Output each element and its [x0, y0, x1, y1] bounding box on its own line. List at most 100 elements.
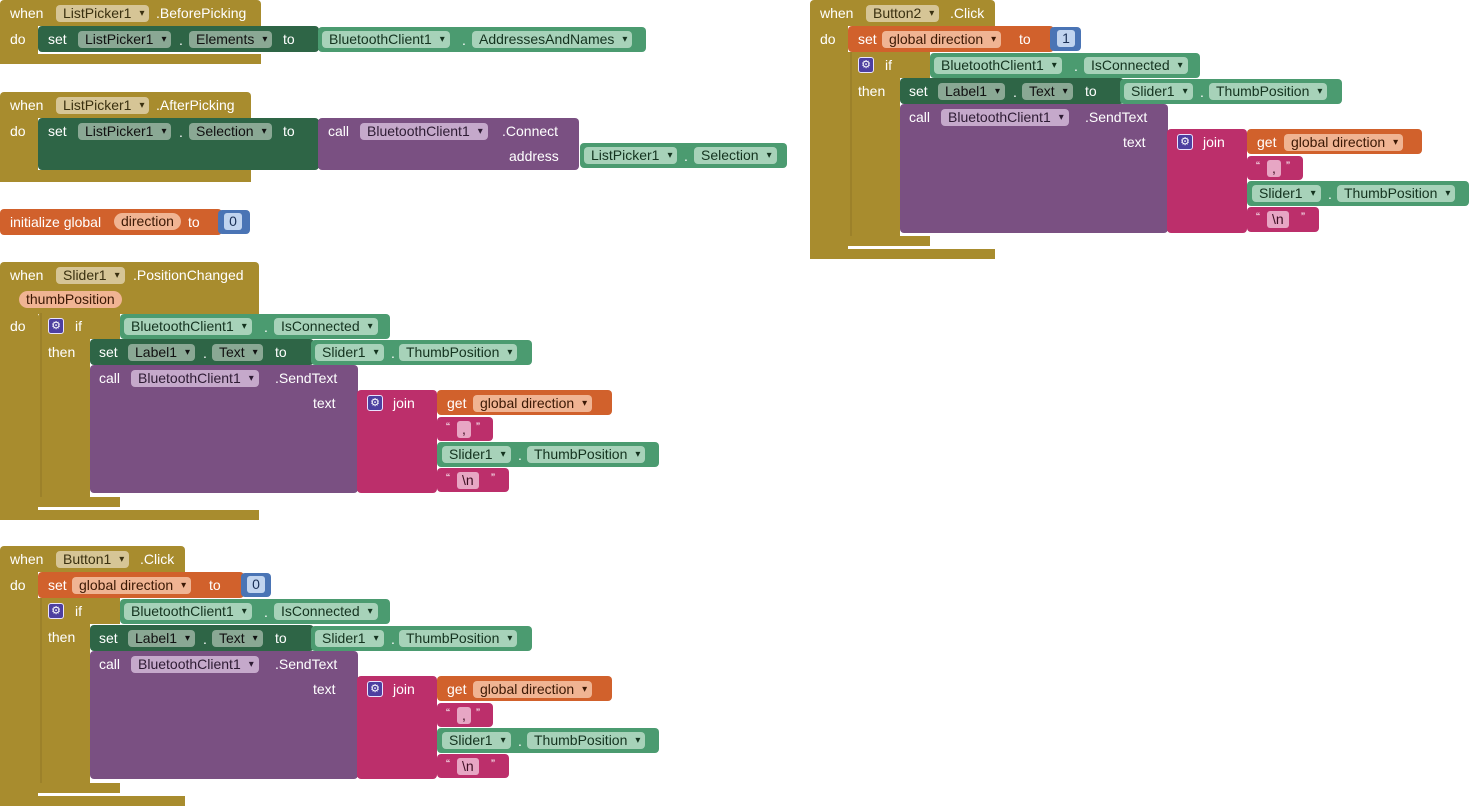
listpicker1-dropdown[interactable]: ListPicker1	[56, 97, 150, 114]
when-keyword: when	[10, 551, 44, 567]
slider1-dropdown[interactable]: Slider1	[1252, 185, 1321, 202]
to-keyword: to	[1019, 31, 1031, 47]
isconnected-dropdown[interactable]: IsConnected	[274, 603, 378, 620]
when-keyword: when	[10, 267, 44, 283]
string-field[interactable]: \n	[457, 472, 479, 489]
do-keyword: do	[820, 31, 836, 47]
mutator-gear-icon[interactable]: ⚙	[1177, 134, 1193, 150]
mutator-gear-icon[interactable]: ⚙	[858, 57, 874, 73]
when-keyword: when	[10, 5, 44, 21]
bluetoothclient1-dropdown[interactable]: BluetoothClient1	[124, 318, 252, 335]
mutator-gear-icon[interactable]: ⚙	[367, 395, 383, 411]
button2-dropdown[interactable]: Button2	[866, 5, 940, 22]
thumbposition-dropdown[interactable]: ThumbPosition	[1209, 83, 1328, 100]
slider1-dropdown[interactable]: Slider1	[442, 446, 511, 463]
bluetoothclient1-dropdown[interactable]: BluetoothClient1	[360, 123, 488, 140]
dot-separator: .	[1074, 58, 1078, 74]
string-field[interactable]: \n	[457, 758, 479, 775]
mutator-gear-icon[interactable]: ⚙	[48, 318, 64, 334]
slider1-dropdown[interactable]: Slider1	[442, 732, 511, 749]
address-socket-label: address	[509, 148, 559, 164]
open-quote: “	[1256, 159, 1260, 173]
thumbposition-dropdown[interactable]: ThumbPosition	[527, 732, 646, 749]
slider1-dropdown[interactable]: Slider1	[1124, 83, 1193, 100]
then-keyword: then	[48, 629, 76, 645]
bluetoothclient1-dropdown[interactable]: BluetoothClient1	[322, 31, 450, 48]
thumbposition-dropdown[interactable]: ThumbPosition	[399, 344, 518, 361]
string-field[interactable]: ,	[457, 707, 471, 724]
button1-dropdown[interactable]: Button1	[56, 551, 130, 568]
variable-dropdown[interactable]: global direction	[882, 31, 1002, 48]
listpicker1-setter-dropdown[interactable]: ListPicker1	[78, 123, 172, 140]
to-keyword: to	[275, 344, 287, 360]
addressesandnames-dropdown[interactable]: AddressesAndNames	[472, 31, 633, 48]
thumbposition-dropdown[interactable]: ThumbPosition	[527, 446, 646, 463]
dot-separator: .	[1013, 84, 1017, 100]
listpicker1-dropdown[interactable]: ListPicker1	[56, 5, 150, 22]
slider1-dropdown[interactable]: Slider1	[315, 344, 384, 361]
dot-separator: .	[179, 124, 183, 140]
close-quote: ”	[476, 420, 480, 434]
call-keyword: call	[99, 370, 121, 386]
variable-dropdown[interactable]: global direction	[72, 577, 192, 594]
slider1-dropdown[interactable]: Slider1	[315, 630, 384, 647]
label1-dropdown[interactable]: Label1	[128, 630, 196, 647]
to-keyword: to	[188, 214, 200, 230]
slider1-dropdown[interactable]: Slider1	[56, 267, 125, 284]
bluetoothclient1-dropdown[interactable]: BluetoothClient1	[941, 109, 1069, 126]
sendtext-method-label: .SendText	[275, 656, 338, 672]
close-quote: ”	[491, 757, 495, 771]
connect-method-label: .Connect	[502, 123, 559, 139]
elements-property-dropdown[interactable]: Elements	[189, 31, 273, 48]
isconnected-dropdown[interactable]: IsConnected	[274, 318, 378, 335]
string-field[interactable]: ,	[457, 421, 471, 438]
dot-separator: .	[1328, 186, 1332, 202]
string-field[interactable]: ,	[1267, 160, 1281, 177]
close-quote: ”	[1301, 210, 1305, 224]
dot-separator: .	[462, 32, 466, 48]
open-quote: “	[446, 757, 450, 771]
click-event-label: .Click	[950, 5, 985, 21]
variable-dropdown[interactable]: global direction	[1284, 134, 1404, 151]
text-property-dropdown[interactable]: Text	[1022, 83, 1073, 100]
variable-dropdown[interactable]: global direction	[473, 395, 593, 412]
label1-dropdown[interactable]: Label1	[938, 83, 1006, 100]
label1-dropdown[interactable]: Label1	[128, 344, 196, 361]
mutator-gear-icon[interactable]: ⚙	[48, 603, 64, 619]
dot-separator: .	[264, 319, 268, 335]
text-property-dropdown[interactable]: Text	[212, 344, 263, 361]
bluetoothclient1-dropdown[interactable]: BluetoothClient1	[131, 370, 259, 387]
mutator-gear-icon[interactable]: ⚙	[367, 681, 383, 697]
number-value-field[interactable]: 0	[247, 576, 265, 593]
to-keyword: to	[209, 577, 221, 593]
thumbposition-dropdown[interactable]: ThumbPosition	[1337, 185, 1456, 202]
if-keyword: if	[885, 57, 892, 73]
listpicker1-setter-dropdown[interactable]: ListPicker1	[78, 31, 172, 48]
number-value-field[interactable]: 0	[224, 213, 242, 230]
thumbposition-param[interactable]: thumbPosition	[19, 291, 122, 308]
bluetoothclient1-dropdown[interactable]: BluetoothClient1	[934, 57, 1062, 74]
selection-property-dropdown[interactable]: Selection	[189, 123, 272, 140]
variable-dropdown[interactable]: global direction	[473, 681, 593, 698]
bluetoothclient1-dropdown[interactable]: BluetoothClient1	[124, 603, 252, 620]
to-keyword: to	[283, 123, 295, 139]
string-field[interactable]: \n	[1267, 211, 1289, 228]
sendtext-method-label: .SendText	[275, 370, 338, 386]
selection-property-dropdown[interactable]: Selection	[694, 147, 777, 164]
listpicker1-dropdown[interactable]: ListPicker1	[584, 147, 678, 164]
variable-name-field[interactable]: direction	[114, 213, 181, 230]
thumbposition-dropdown[interactable]: ThumbPosition	[399, 630, 518, 647]
positionchanged-event-label: .PositionChanged	[133, 267, 244, 283]
bluetoothclient1-dropdown[interactable]: BluetoothClient1	[131, 656, 259, 673]
text-socket-label: text	[313, 681, 336, 697]
initialize-global-keyword: initialize global	[10, 214, 102, 230]
isconnected-dropdown[interactable]: IsConnected	[1084, 57, 1188, 74]
get-keyword: get	[1257, 134, 1277, 150]
number-value-field[interactable]: 1	[1057, 30, 1075, 47]
call-keyword: call	[99, 656, 121, 672]
text-property-dropdown[interactable]: Text	[212, 630, 263, 647]
if-keyword: if	[75, 603, 82, 619]
do-keyword: do	[10, 123, 26, 139]
set-keyword: set	[48, 577, 67, 593]
dot-separator: .	[518, 733, 522, 749]
